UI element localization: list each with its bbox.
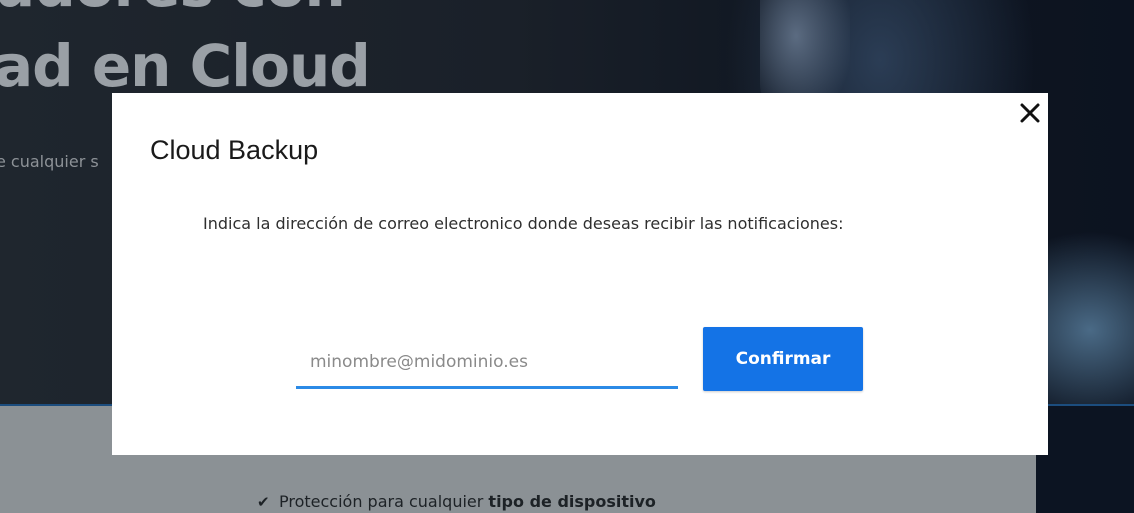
close-icon [1020,103,1040,123]
close-button[interactable] [1016,99,1044,127]
hero-title-line1: udores con [0,0,346,20]
modal-title: Cloud Backup [150,135,319,165]
feature-text-prefix: Protección para cualquier [279,492,489,511]
email-input[interactable] [296,337,678,389]
feature-item: ✔ Protección para cualquier tipo de dispo… [257,492,656,511]
features-side-panel [1036,406,1134,513]
hero-subtitle: e cualquier s [0,152,99,171]
feature-text-bold: tipo de dispositivo [488,492,656,511]
cloud-backup-modal: Cloud Backup Indica la dirección de corr… [112,93,1048,455]
confirm-button[interactable]: Confirmar [703,327,863,391]
hero-title-line2: ad en Cloud [0,32,371,100]
page: udores con ad en Cloud e cualquier s ✔ Pr… [0,0,1134,513]
check-icon: ✔ [257,493,270,511]
modal-description: Indica la dirección de correo electronic… [203,214,844,233]
